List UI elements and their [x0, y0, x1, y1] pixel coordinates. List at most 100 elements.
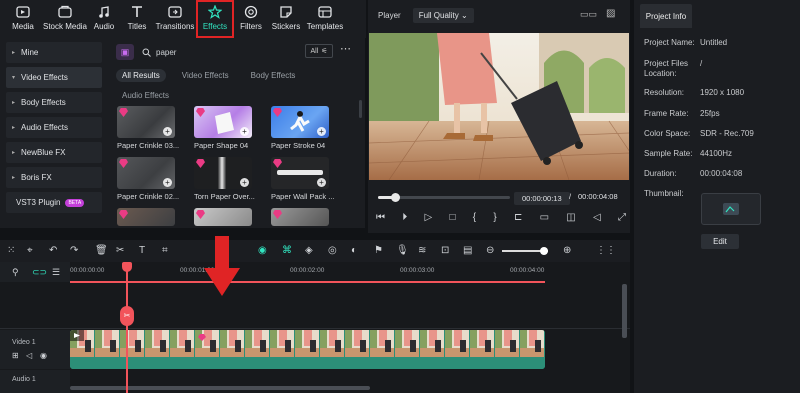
tab-media[interactable]: Media	[4, 0, 42, 38]
split-scissors-icon[interactable]: ✂	[116, 245, 124, 256]
timeline-vertical-scrollbar[interactable]	[622, 284, 627, 338]
sidebar-item-video-effects[interactable]: ▾ Video Effects	[6, 67, 102, 88]
effect-thumbnail[interactable]: +	[194, 106, 252, 138]
sidebar-item-label: Body Effects	[21, 98, 66, 107]
tab-body-effects[interactable]: Body Effects	[245, 69, 302, 82]
layout-icon[interactable]: ⋮⋮	[596, 245, 616, 256]
frame-foliage	[345, 330, 352, 348]
tab-transitions[interactable]: Transitions	[154, 0, 196, 38]
speed-icon[interactable]: ◎	[328, 245, 337, 256]
favorites-button[interactable]: ▣	[116, 44, 134, 60]
select-tool-icon[interactable]: ⌖	[27, 245, 33, 256]
filter-dropdown[interactable]: All ⚟	[305, 44, 333, 58]
more-options-button[interactable]: ⋯	[340, 42, 351, 55]
compare-view-icon[interactable]: ▭▭	[580, 9, 597, 20]
edit-thumbnail-button[interactable]: Edit	[701, 234, 739, 249]
sidebar-item-body-effects[interactable]: ▸ Body Effects	[6, 92, 102, 113]
grid-icon[interactable]: ⁙	[7, 245, 15, 256]
fullscreen-icon[interactable]: ⤢	[618, 212, 626, 223]
redo-icon[interactable]: ↷	[70, 245, 78, 256]
library-scrollbar[interactable]	[359, 100, 362, 118]
tab-stock-media[interactable]: Stock Media	[42, 0, 88, 38]
sidebar-item-vst3-plugin[interactable]: VST3 Plugin BETA	[6, 192, 102, 213]
mark-in-icon[interactable]: {	[473, 212, 476, 223]
zoom-in-icon[interactable]: ⊕	[563, 245, 571, 256]
quality-dropdown[interactable]: Full Quality ⌄	[412, 7, 474, 23]
magnet-icon[interactable]: ⊂⊃	[32, 267, 47, 278]
tab-all-results[interactable]: All Results	[116, 69, 166, 82]
link-icon[interactable]: ⚲	[12, 267, 19, 278]
info-label: Duration:	[644, 169, 677, 178]
thumbnail-preview[interactable]	[701, 193, 761, 225]
tab-effects[interactable]: Effects	[196, 0, 234, 38]
effect-thumbnail[interactable]: +	[117, 106, 175, 138]
add-icon[interactable]: +	[240, 127, 249, 136]
sidebar-item-newblue-fx[interactable]: ▸ NewBlue FX	[6, 142, 102, 163]
mark-out-icon[interactable]: }	[493, 212, 496, 223]
effect-thumbnail[interactable]: +	[271, 106, 329, 138]
zoom-slider-handle[interactable]	[540, 247, 548, 255]
undo-icon[interactable]: ↶	[49, 245, 57, 256]
color-match-icon[interactable]: ◐	[351, 245, 357, 256]
playback-progress-bar[interactable]	[378, 193, 510, 202]
sidebar-item-mine[interactable]: ▸ Mine	[6, 42, 102, 63]
delete-icon[interactable]: 🗑	[95, 245, 108, 256]
tab-stickers[interactable]: Stickers	[268, 0, 304, 38]
effect-thumbnail[interactable]: +	[194, 157, 252, 189]
tab-titles[interactable]: Titles	[120, 0, 154, 38]
marker-icon[interactable]: ⚑	[374, 245, 383, 256]
mute-icon[interactable]: ◁	[26, 351, 32, 360]
audio-mixer-icon[interactable]: ≋	[418, 245, 426, 256]
zoom-out-icon[interactable]: ⊖	[486, 245, 494, 256]
tab-filters[interactable]: Filters	[234, 0, 268, 38]
add-icon[interactable]: +	[163, 178, 172, 187]
snap-icon[interactable]: ⌘	[282, 245, 292, 256]
sidebar-item-boris-fx[interactable]: ▸ Boris FX	[6, 167, 102, 188]
effect-thumbnail[interactable]	[271, 208, 329, 226]
tab-audio[interactable]: Audio	[88, 0, 120, 38]
playhead-handle[interactable]	[122, 262, 132, 272]
play-icon[interactable]: ▷	[425, 212, 433, 223]
effect-thumbnail[interactable]: +	[117, 157, 175, 189]
camera-icon[interactable]: ◫	[566, 212, 575, 223]
add-track-icon[interactable]: ⊞	[12, 351, 19, 360]
tab-project-info[interactable]: Project Info	[640, 4, 692, 28]
play-reverse-icon[interactable]: ⏵	[402, 212, 407, 223]
effect-thumbnail[interactable]	[117, 208, 175, 226]
volume-icon[interactable]: ◁	[593, 212, 601, 223]
video-clip[interactable]	[70, 330, 545, 369]
track-manager-icon[interactable]: ☰	[52, 267, 60, 278]
add-icon[interactable]: +	[163, 127, 172, 136]
text-tool-icon[interactable]: T	[139, 245, 145, 256]
video-preview[interactable]	[369, 33, 629, 180]
stop-icon[interactable]: □	[449, 212, 455, 223]
split-scissors-button[interactable]: ✂	[120, 306, 134, 326]
tab-audio-effects[interactable]: Audio Effects	[116, 89, 175, 102]
time-ruler[interactable]: 00:00:00:00 00:00:01:00 00:00:02:00 00:0…	[70, 262, 630, 282]
premium-gem-icon	[273, 159, 282, 168]
tab-templates[interactable]: Templates	[304, 0, 346, 38]
snapshot-image-icon[interactable]: ▨	[606, 8, 615, 19]
keyframe-icon[interactable]: ◈	[305, 245, 313, 256]
render-icon[interactable]: ▤	[463, 245, 472, 256]
search-input[interactable]	[156, 47, 286, 57]
auto-highlight-icon[interactable]: ◉	[258, 245, 267, 256]
visibility-eye-icon[interactable]: ◉	[40, 351, 47, 360]
add-icon[interactable]: +	[317, 127, 326, 136]
tab-video-effects[interactable]: Video Effects	[176, 69, 235, 82]
display-icon[interactable]: ▭	[540, 212, 549, 223]
effect-thumbnail[interactable]	[194, 208, 252, 226]
insert-icon[interactable]: ⊏	[514, 212, 522, 223]
playhead-line[interactable]	[126, 262, 128, 393]
microphone-icon[interactable]: 🎙	[396, 245, 409, 256]
progress-handle[interactable]	[391, 193, 401, 202]
premium-gem-icon	[273, 210, 282, 219]
effect-thumbnail[interactable]: +	[271, 157, 329, 189]
sidebar-item-audio-effects[interactable]: ▸ Audio Effects	[6, 117, 102, 138]
previous-frame-icon[interactable]: ⏮	[376, 212, 385, 223]
timeline-horizontal-scrollbar[interactable]	[70, 386, 370, 390]
ai-icon[interactable]: ⊡	[441, 245, 449, 256]
crop-icon[interactable]: ⌗	[162, 245, 168, 256]
add-icon[interactable]: +	[240, 178, 249, 187]
add-icon[interactable]: +	[317, 178, 326, 187]
